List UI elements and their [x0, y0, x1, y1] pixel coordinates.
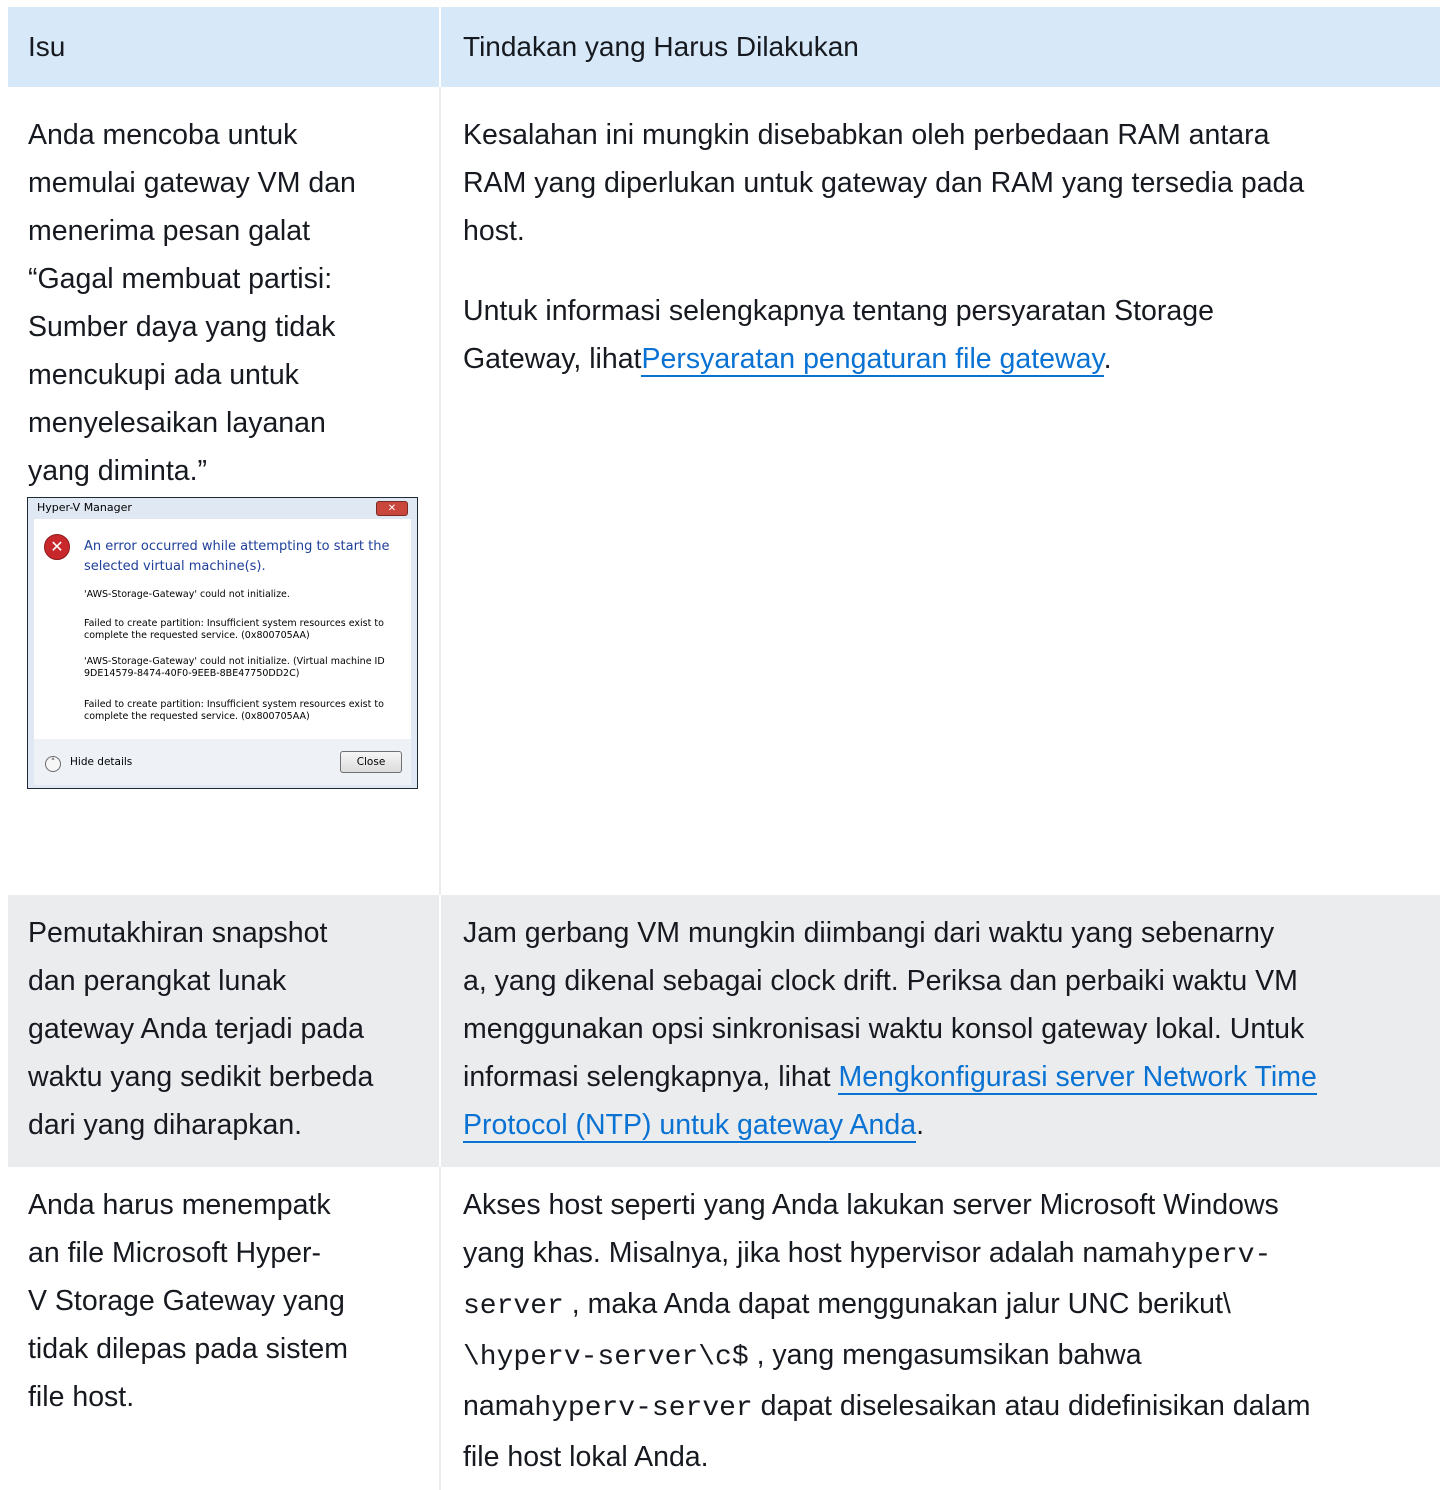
action-text: .: [1103, 343, 1112, 375]
dialog-main-message: An error occurred while attempting to st…: [84, 539, 390, 574]
dialog-footer: ˄ Hide details Close: [34, 739, 411, 785]
action-line: informasi selengkapnya, lihat Mengkonfig…: [463, 1053, 1432, 1101]
action-line: server , maka Anda dapat menggunakan jal…: [463, 1280, 1432, 1331]
action-line: Kesalahan ini mungkin disebabkan oleh pe…: [463, 119, 1270, 151]
dialog-detail: 'AWS-Storage-Gateway' could not initiali…: [84, 589, 290, 600]
hide-details-toggle[interactable]: Hide details: [70, 754, 132, 770]
issue-line: memulai gateway VM dan: [28, 167, 356, 199]
header-action: Tindakan yang Harus Dilakukan: [439, 7, 1440, 87]
action-cell: Jam gerbang VM mungkin diimbangi dari wa…: [439, 895, 1440, 1167]
code-hostname: hyperv-server: [534, 1393, 753, 1424]
action-line: Protocol (NTP) untuk gateway Anda.: [463, 1101, 1432, 1149]
action-text: Gateway, lihat: [463, 343, 642, 375]
action-text: nama: [463, 1390, 535, 1422]
action-line: Gateway, lihatPersyaratan pengaturan fil…: [463, 335, 1432, 383]
action-cell: Kesalahan ini mungkin disebabkan oleh pe…: [439, 87, 1440, 895]
issue-line: an file Microsoft Hyper-: [28, 1237, 322, 1269]
issue-cell: Anda harus menempatk an file Microsoft H…: [8, 1167, 439, 1490]
issue-line: Anda mencoba untuk: [28, 119, 298, 151]
close-button[interactable]: Close: [340, 751, 402, 773]
action-text: informasi selengkapnya, lihat: [463, 1061, 839, 1093]
link-configure-ntp-cont[interactable]: Protocol (NTP) untuk gateway Anda: [463, 1109, 917, 1143]
issue-line: menerima pesan galat: [28, 215, 310, 247]
dialog-detail: Failed to create partition: Insufficient…: [84, 618, 384, 641]
action-line: a, yang dikenal sebagai clock drift. Per…: [463, 965, 1298, 997]
action-line: yang khas. Misalnya, jika host hyperviso…: [463, 1229, 1432, 1280]
code-hostname: server: [463, 1291, 564, 1322]
dialog-detail: Failed to create partition: Insufficient…: [84, 699, 384, 722]
action-line: file host lokal Anda.: [463, 1441, 709, 1473]
issue-line: “Gagal membuat partisi:: [28, 263, 333, 295]
issue-line: mencukupi ada untuk: [28, 359, 299, 391]
issue-line: waktu yang sedikit berbeda: [28, 1061, 374, 1093]
action-line: Jam gerbang VM mungkin diimbangi dari wa…: [463, 917, 1275, 949]
action-cell: Akses host seperti yang Anda lakukan ser…: [439, 1167, 1440, 1490]
action-line: menggunakan opsi sinkronisasi waktu kons…: [463, 1013, 1305, 1045]
close-icon[interactable]: ✕: [376, 501, 408, 516]
action-line: namahyperv-server dapat diselesaikan ata…: [463, 1382, 1432, 1433]
table-row: Pemutakhiran snapshot dan perangkat luna…: [8, 895, 1440, 1167]
action-text: yang khas. Misalnya, jika host hyperviso…: [463, 1237, 1154, 1269]
issue-cell: Pemutakhiran snapshot dan perangkat luna…: [8, 895, 439, 1167]
issue-line: Anda harus menempatk: [28, 1189, 331, 1221]
action-line: host.: [463, 215, 525, 247]
action-text: , maka Anda dapat menggunakan jalur UNC …: [563, 1288, 1231, 1320]
issue-line: yang diminta.”: [28, 455, 208, 487]
action-text: , yang mengasumsikan bahwa: [748, 1339, 1142, 1371]
action-line: Akses host seperti yang Anda lakukan ser…: [463, 1189, 1279, 1221]
issue-line: gateway Anda terjadi pada: [28, 1013, 364, 1045]
dialog-titlebar: Hyper-V Manager ✕: [28, 498, 417, 518]
issue-line: dari yang diharapkan.: [28, 1109, 303, 1141]
issue-line: menyelesaikan layanan: [28, 407, 326, 439]
issue-line: Sumber daya yang tidak: [28, 311, 336, 343]
table-row: Anda harus menempatk an file Microsoft H…: [8, 1167, 1440, 1490]
code-hostname: hyperv-: [1153, 1240, 1272, 1271]
dialog-detail: 'AWS-Storage-Gateway' could not initiali…: [84, 656, 385, 679]
action-text: .: [916, 1109, 924, 1141]
chevron-up-icon[interactable]: ˄: [45, 756, 61, 772]
action-line: RAM yang diperlukan untuk gateway dan RA…: [463, 167, 1305, 199]
issue-line: tidak dilepas pada sistem: [28, 1333, 349, 1365]
link-file-gateway-requirements[interactable]: Persyaratan pengaturan file gateway: [641, 343, 1104, 377]
action-text: dapat diselesaikan atau didefinisikan da…: [752, 1390, 1311, 1422]
action-line: Untuk informasi selengkapnya tentang per…: [463, 295, 1214, 327]
action-line: \hyperv-server\c$ , yang mengasumsikan b…: [463, 1331, 1432, 1382]
link-configure-ntp[interactable]: Mengkonfigurasi server Network Time: [838, 1061, 1317, 1095]
issue-line: V Storage Gateway yang: [28, 1285, 345, 1317]
code-unc-path: \hyperv-server\c$: [463, 1342, 749, 1373]
dialog-content: ✕ An error occurred while attempting to …: [34, 519, 411, 739]
issue-line: Pemutakhiran snapshot: [28, 917, 328, 949]
header-issue: Isu: [28, 31, 66, 62]
issue-line: dan perangkat lunak: [28, 965, 287, 997]
error-icon: ✕: [44, 534, 70, 560]
dialog-title: Hyper-V Manager: [37, 501, 132, 514]
hyperv-error-dialog: Hyper-V Manager ✕ ✕ An error occurred wh…: [27, 497, 418, 789]
issue-line: file host.: [28, 1381, 135, 1413]
table-header-row: Isu Tindakan yang Harus Dilakukan: [8, 7, 1440, 87]
